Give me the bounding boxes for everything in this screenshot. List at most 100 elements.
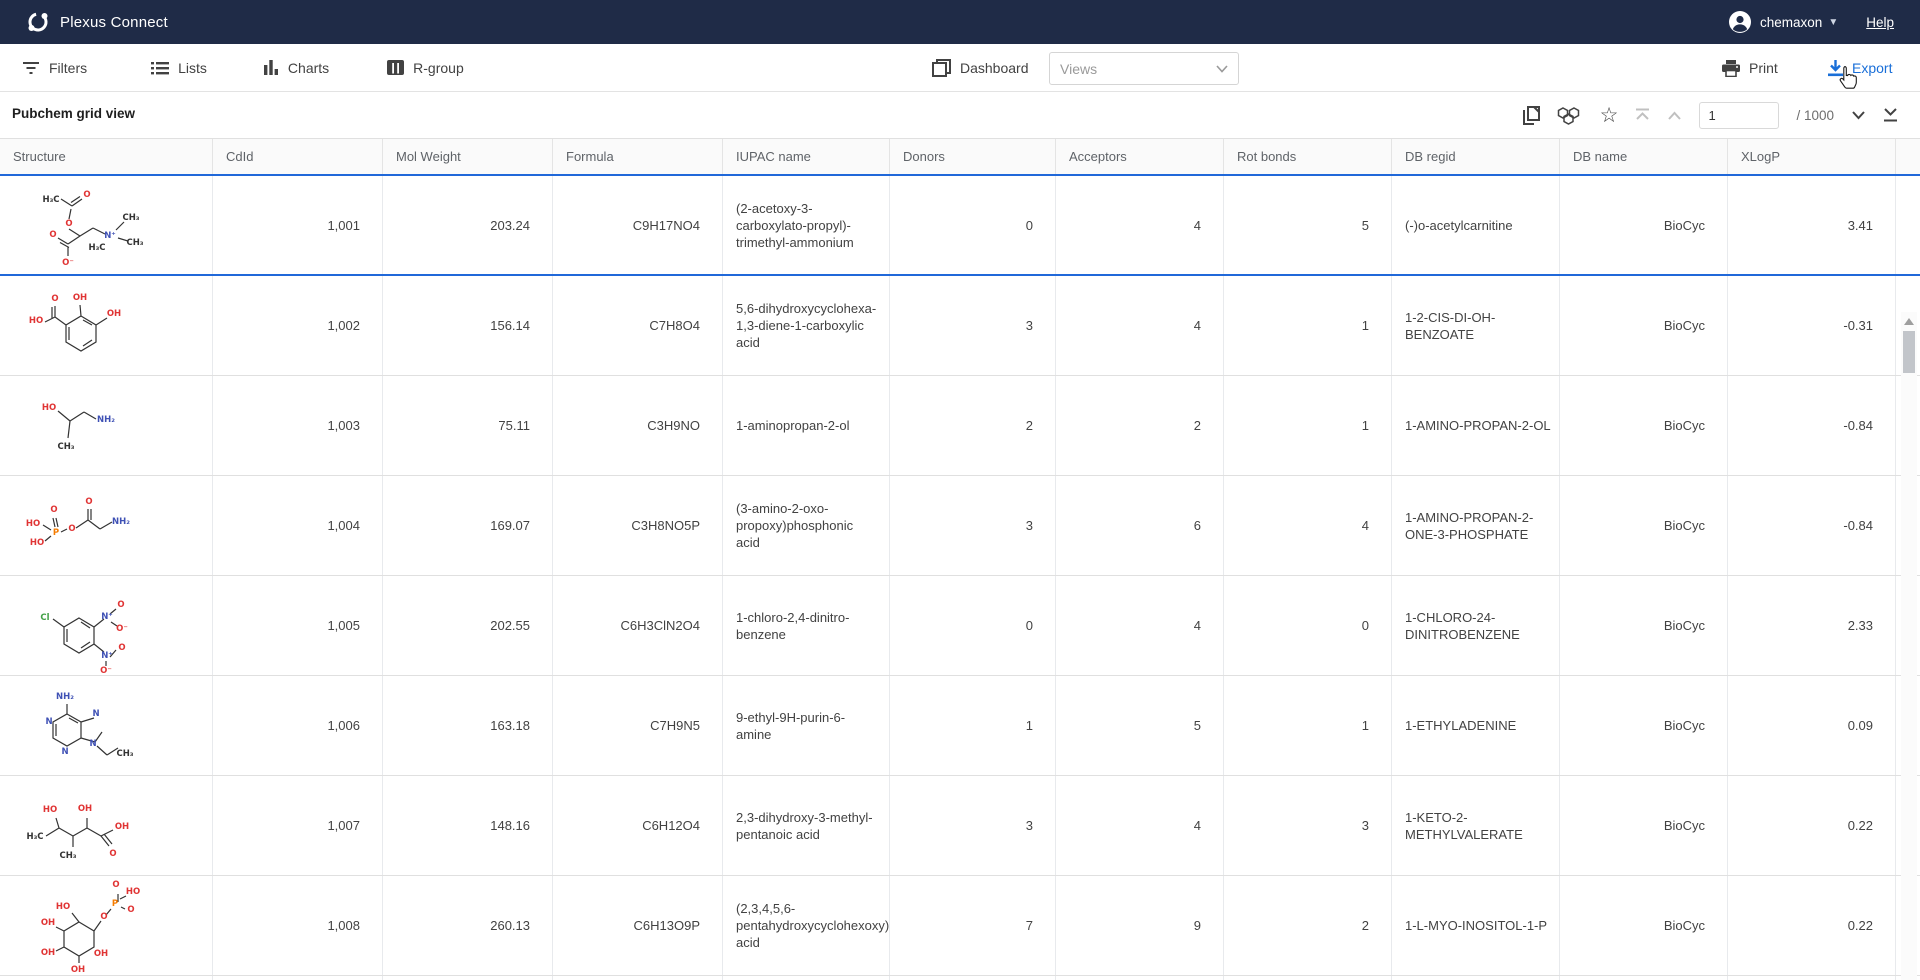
svg-text:P: P: [112, 899, 118, 909]
cell-acceptors: 9: [1056, 876, 1224, 975]
cell-formula: C3H9NO: [553, 376, 723, 475]
cell-cdid: 1,005: [213, 576, 383, 675]
cell-db-regid-lines: 1-2-CIS-DI-OH-BENZOATE: [1392, 276, 1560, 375]
cell-iupac-lines: 1-aminopropan-2-ol: [723, 376, 890, 475]
vertical-scrollbar[interactable]: [1901, 312, 1917, 980]
cell-db-name: BioCyc: [1560, 676, 1728, 775]
table-row[interactable]: ClN⁺OO⁻N⁺OO⁻1,005202.55C6H3ClN2O41-chlor…: [0, 576, 1920, 676]
cell-iupac-lines: 2,3-dihydroxy-3-methyl-pentanoic acid: [723, 776, 890, 875]
column-header-structure[interactable]: Structure: [0, 139, 213, 174]
svg-text:OH: OH: [107, 309, 121, 319]
cell-iupac-lines: 1-chloro-2,4-dinitro-benzene: [723, 576, 890, 675]
print-label: Print: [1749, 60, 1778, 76]
lists-label: Lists: [178, 60, 207, 76]
svg-text:HO: HO: [30, 538, 44, 548]
rgroup-columns-icon: [387, 60, 404, 75]
svg-text:HO: HO: [126, 887, 140, 897]
cell-db-regid-lines: 1-ETHYLADENINE: [1392, 676, 1560, 775]
aminopropanone-phosphate-structure[interactable]: HOHOPOOONH₂: [0, 476, 213, 575]
table-row[interactable]: OPHOOOOHOHOHOHHO1,008260.13C6H13O9P(2,3,…: [0, 876, 1920, 976]
page-number-input[interactable]: [1699, 102, 1779, 129]
svg-text:NH₂: NH₂: [97, 415, 115, 425]
table-row-partial[interactable]: [0, 976, 1920, 980]
dihydroxymethylvalerate-structure[interactable]: H₃CHOOHOOHCH₃: [0, 776, 213, 875]
cell-donors: 3: [890, 476, 1056, 575]
svg-text:O: O: [100, 912, 107, 922]
column-header-formula[interactable]: Formula: [553, 139, 723, 174]
table-row[interactable]: HOHOPOOONH₂1,004169.07C3H8NO5P(3-amino-2…: [0, 476, 1920, 576]
acetylcarnitine-structure[interactable]: H₃COON⁺CH₃CH₃H₃COO⁻: [0, 176, 213, 274]
column-header-xlogp[interactable]: XLogP: [1728, 139, 1896, 174]
cell: [0, 976, 213, 980]
cell-rot-bonds: 1: [1224, 376, 1392, 475]
user-avatar-icon[interactable]: [1728, 10, 1752, 34]
cell-formula: C6H13O9P: [553, 876, 723, 975]
column-header-mol-weight[interactable]: Mol Weight: [383, 139, 553, 174]
cell-acceptors: 4: [1056, 276, 1224, 375]
cell-db-name: BioCyc: [1560, 576, 1728, 675]
cell-rot-bonds: 2: [1224, 876, 1392, 975]
dashboard-icon: [932, 59, 951, 77]
export-button[interactable]: Export: [1828, 44, 1892, 92]
column-header-rot-bonds[interactable]: Rot bonds: [1224, 139, 1392, 174]
top-navbar: Plexus Connect chemaxon ▼ Help: [0, 0, 1920, 44]
cell: [1056, 976, 1224, 980]
filters-button[interactable]: Filters: [22, 60, 87, 76]
aminopropanol-structure[interactable]: HONH₂CH₃: [0, 376, 213, 475]
cell-db-name: BioCyc: [1560, 276, 1728, 375]
cell-acceptors: 4: [1056, 576, 1224, 675]
rgroup-button[interactable]: R-group: [387, 60, 464, 76]
cell-db-name: BioCyc: [1560, 776, 1728, 875]
svg-text:CH₃: CH₃: [116, 749, 133, 759]
print-button[interactable]: Print: [1722, 44, 1778, 92]
column-header-db-name[interactable]: DB name: [1560, 139, 1728, 174]
cell-db-name: BioCyc: [1560, 476, 1728, 575]
svg-text:CH₃: CH₃: [126, 238, 143, 248]
last-page-icon[interactable]: [1883, 108, 1898, 122]
user-menu[interactable]: chemaxon: [1760, 15, 1822, 30]
copy-icon[interactable]: [1523, 106, 1540, 125]
svg-text:OH: OH: [41, 918, 55, 928]
column-header-cdid[interactable]: CdId: [213, 139, 383, 174]
svg-text:H₃C: H₃C: [88, 243, 105, 253]
charts-button[interactable]: Charts: [263, 60, 329, 76]
column-header-iupac-name[interactable]: IUPAC name: [723, 139, 890, 174]
myoinositol-phosphate-structure[interactable]: OPHOOOOHOHOHOHHO: [0, 876, 213, 975]
column-header-db-regid[interactable]: DB regid: [1392, 139, 1560, 174]
user-menu-caret-icon[interactable]: ▼: [1828, 17, 1838, 28]
cell-formula: C6H12O4: [553, 776, 723, 875]
next-page-icon[interactable]: [1851, 111, 1866, 120]
svg-text:O: O: [50, 505, 57, 515]
previous-page-icon[interactable]: [1667, 111, 1682, 120]
chlorodinitrobenzene-structure[interactable]: ClN⁺OO⁻N⁺OO⁻: [0, 576, 213, 675]
lists-button[interactable]: Lists: [151, 60, 207, 76]
printer-icon: [1722, 60, 1740, 77]
dihydroxybenzoate-structure[interactable]: OHOOHOH: [0, 276, 213, 375]
table-row[interactable]: NNNNNH₂CH₃1,006163.18C7H9N59-ethyl-9H-pu…: [0, 676, 1920, 776]
first-page-icon[interactable]: [1635, 108, 1650, 122]
table-row[interactable]: H₃COON⁺CH₃CH₃H₃COO⁻1,001203.24C9H17NO4(2…: [0, 174, 1920, 276]
help-link[interactable]: Help: [1866, 15, 1894, 30]
ethyladenine-structure[interactable]: NNNNNH₂CH₃: [0, 676, 213, 775]
column-header-donors[interactable]: Donors: [890, 139, 1056, 174]
cell-mol-weight: 169.07: [383, 476, 553, 575]
column-header-acceptors[interactable]: Acceptors: [1056, 139, 1224, 174]
table-row[interactable]: OHOOHOH1,002156.14C7H8O45,6-dihydroxycyc…: [0, 276, 1920, 376]
cell: [553, 976, 723, 980]
cell-db-regid-lines: 1-CHLORO-24-DINITROBENZENE: [1392, 576, 1560, 675]
scrollbar-thumb[interactable]: [1903, 331, 1915, 373]
table-row[interactable]: H₃CHOOHOOHCH₃1,007148.16C6H12O42,3-dihyd…: [0, 776, 1920, 876]
cell-mol-weight: 156.14: [383, 276, 553, 375]
structure-view-hexagons-icon[interactable]: [1557, 105, 1583, 125]
cell-mol-weight: 148.16: [383, 776, 553, 875]
cell-formula: C7H9N5: [553, 676, 723, 775]
cell-donors: 2: [890, 376, 1056, 475]
cell-rot-bonds: 4: [1224, 476, 1392, 575]
favorite-star-icon[interactable]: ☆: [1600, 105, 1619, 126]
cell-db-regid-lines: 1-AMINO-PROPAN-2-ONE-3-PHOSPHATE: [1392, 476, 1560, 575]
svg-text:OH: OH: [41, 948, 55, 958]
scroll-up-arrow-icon[interactable]: [1904, 318, 1914, 325]
dashboard-button[interactable]: Dashboard: [932, 44, 1029, 92]
views-select[interactable]: Views: [1049, 52, 1239, 85]
table-row[interactable]: HONH₂CH₃1,00375.11C3H9NO1-aminopropan-2-…: [0, 376, 1920, 476]
